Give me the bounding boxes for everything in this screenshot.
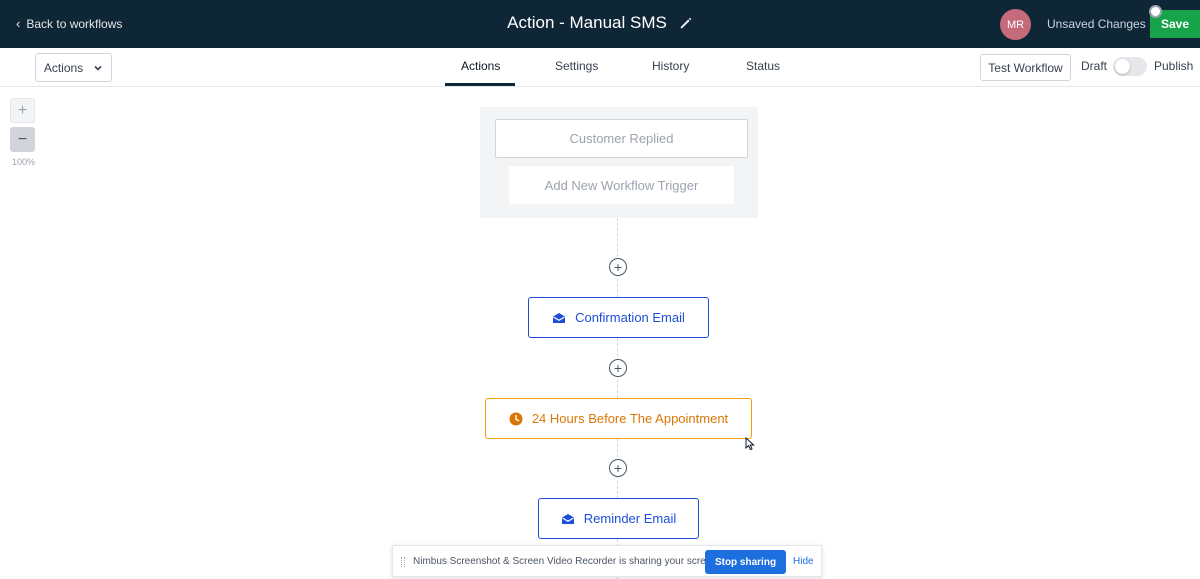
node-label: Confirmation Email [575,310,685,325]
tab-history[interactable]: History [652,59,689,73]
workflow-toolbar: Actions Actions Settings History Status … [0,48,1200,87]
node-label: 24 Hours Before The Appointment [531,411,729,426]
screen-share-banner: Nimbus Screenshot & Screen Video Recorde… [392,545,822,577]
zoom-level: 100% [12,157,36,167]
add-action-plus-icon[interactable]: + [609,258,627,276]
action-node-confirmation-email[interactable]: Confirmation Email [528,297,709,338]
top-header: ‹ Back to workflows Action - Manual SMS … [0,0,1200,48]
mouse-pointer-icon [745,437,755,451]
workflow-title-text: Action - Manual SMS [507,13,667,32]
drag-handle-icon[interactable] [401,557,405,567]
hide-banner-link[interactable]: Hide [793,556,814,567]
actions-dropdown[interactable]: Actions [35,53,112,82]
workflow-title[interactable]: Action - Manual SMS [507,13,693,33]
stop-sharing-button[interactable]: Stop sharing [705,550,786,574]
zoom-out-button[interactable]: − [10,127,35,152]
share-message: Nimbus Screenshot & Screen Video Recorde… [413,556,720,567]
toggle-knob [1115,59,1130,74]
pencil-icon[interactable] [679,16,693,30]
back-label: Back to workflows [26,16,123,31]
node-label: Reminder Email [583,511,677,526]
zoom-in-button[interactable]: + [10,98,35,123]
recording-indicator-icon [1149,5,1162,18]
tab-actions[interactable]: Actions [461,59,500,73]
add-workflow-trigger-button[interactable]: Add New Workflow Trigger [509,166,734,204]
back-to-workflows-link[interactable]: ‹ Back to workflows [16,16,122,31]
publish-toggle[interactable] [1113,57,1147,76]
trigger-customer-replied[interactable]: Customer Replied [495,119,748,158]
action-node-reminder-email[interactable]: Reminder Email [538,498,699,539]
chevron-left-icon: ‹ [16,16,21,31]
test-workflow-button[interactable]: Test Workflow [980,54,1071,81]
draft-label: Draft [1081,59,1108,73]
avatar[interactable]: MR [1000,9,1031,40]
envelope-icon [561,513,574,524]
clock-icon [509,412,523,425]
tab-status[interactable]: Status [746,59,780,73]
add-action-plus-icon[interactable]: + [609,359,627,377]
unsaved-changes-status: Unsaved Changes [1047,17,1146,31]
actions-dropdown-label: Actions [43,60,84,75]
publish-label: Publish [1154,59,1194,73]
wait-node-24-hours-before[interactable]: 24 Hours Before The Appointment [485,398,752,439]
add-action-plus-icon[interactable]: + [609,459,627,477]
tab-settings[interactable]: Settings [555,59,598,73]
active-tab-indicator [445,83,515,86]
chevron-down-icon [94,65,102,71]
workflow-canvas[interactable]: + − 100% Customer Replied Add New Workfl… [0,88,1200,579]
envelope-icon [553,312,566,323]
